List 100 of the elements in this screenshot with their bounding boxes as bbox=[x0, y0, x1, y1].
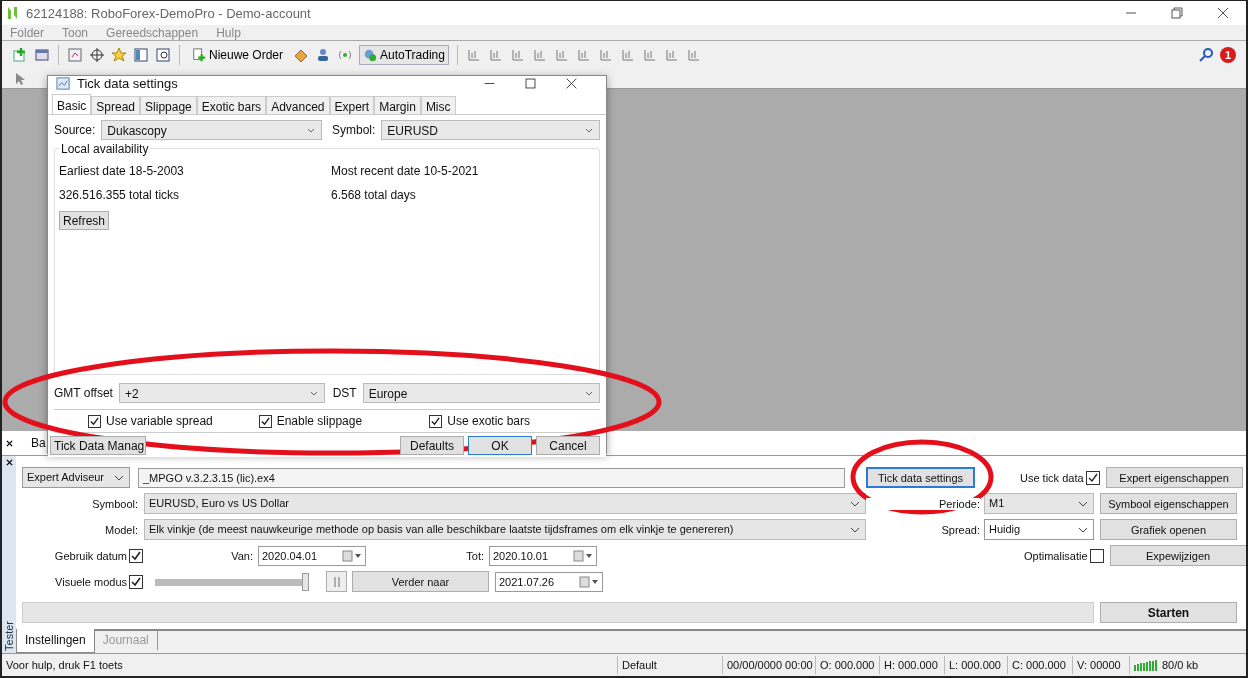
search-icon[interactable] bbox=[1198, 47, 1214, 63]
gmt-offset-label: GMT offset bbox=[54, 386, 113, 400]
notification-badge[interactable]: 1 bbox=[1220, 47, 1236, 63]
total-days-text: 6.568 total days bbox=[331, 188, 417, 202]
status-text: 80/0 kb bbox=[1129, 656, 1239, 674]
expert-file-field[interactable]: _MPGO v.3.2.3.15 (lic).ex4 bbox=[138, 467, 845, 488]
dst-label: DST bbox=[332, 386, 357, 400]
close-icon[interactable] bbox=[1215, 5, 1231, 21]
optimization-checkbox[interactable] bbox=[1089, 548, 1104, 563]
visual-mode-checkbox[interactable] bbox=[129, 574, 143, 589]
chevron-icon bbox=[308, 391, 319, 397]
autotrading-icon bbox=[363, 48, 378, 62]
optimization-label: Optimalisatie bbox=[1024, 549, 1088, 562]
use-date-label: Gebruik datum bbox=[53, 549, 127, 562]
use-tick-data-checkbox[interactable] bbox=[1085, 470, 1100, 485]
autotrading-button[interactable]: AutoTrading bbox=[359, 45, 449, 65]
market-watch-icon[interactable] bbox=[67, 47, 83, 63]
dialog-tab[interactable]: Exotic bars bbox=[196, 96, 267, 114]
chevron-icon bbox=[850, 527, 860, 533]
dialog-button[interactable]: Defaults bbox=[400, 436, 464, 455]
checkbox[interactable] bbox=[258, 414, 272, 428]
total-ticks-text: 326.516.355 total ticks bbox=[59, 188, 181, 202]
earliest-date-text: Earliest date 18-5-2003 bbox=[59, 164, 185, 178]
symbol-select[interactable]: EURUSD bbox=[381, 120, 600, 140]
status-text: O: 000.000 bbox=[815, 656, 879, 674]
close-icon[interactable] bbox=[6, 439, 13, 447]
new-chart-icon[interactable] bbox=[12, 47, 28, 63]
chart-window-icon bbox=[56, 76, 71, 91]
tick-data-manager-button[interactable]: Tick Data Manag bbox=[50, 436, 146, 455]
calendar-icon bbox=[579, 575, 599, 588]
chevron-icon bbox=[114, 475, 124, 481]
to-label: Tot: bbox=[465, 549, 484, 562]
checkbox[interactable] bbox=[429, 414, 443, 428]
start-button[interactable]: Starten bbox=[1100, 602, 1237, 623]
skip-to-button[interactable]: Verder naar bbox=[352, 571, 489, 592]
dialog-tab[interactable]: Misc bbox=[420, 96, 456, 114]
status-text: 00/00/0000 00:00 bbox=[722, 656, 815, 674]
checkbox-label: Use variable spread bbox=[106, 414, 213, 428]
window-title: 62124188: RoboForex-DemoPro - Demo-account bbox=[26, 5, 311, 21]
chevron-icon bbox=[1078, 527, 1088, 533]
skip-date-field[interactable]: 2021.07.26 bbox=[495, 571, 603, 592]
magnifier-chart-icon[interactable] bbox=[155, 47, 171, 63]
side-label: Tester bbox=[3, 621, 15, 651]
close-icon[interactable] bbox=[5, 459, 13, 466]
symbol-properties-button[interactable]: Symbool eigenschappen bbox=[1100, 493, 1237, 514]
group-title: Local availability bbox=[59, 142, 151, 156]
gmt-offset-select[interactable]: +2 bbox=[118, 383, 325, 403]
pause-button[interactable] bbox=[326, 571, 347, 592]
new-order-button[interactable]: Nieuwe Order bbox=[188, 45, 288, 65]
expert-properties-button[interactable]: Expert eigenschappen bbox=[1105, 467, 1243, 488]
symbol-label: Symbool: bbox=[91, 497, 138, 510]
close-icon[interactable] bbox=[565, 77, 578, 90]
checkbox-label: Enable slippage bbox=[276, 414, 363, 428]
from-label: Van: bbox=[230, 549, 253, 562]
restore-icon[interactable] bbox=[1169, 5, 1185, 21]
use-date-checkbox[interactable] bbox=[129, 548, 143, 563]
refresh-button[interactable]: Refresh bbox=[59, 211, 110, 230]
period-select[interactable]: M1 bbox=[984, 493, 1094, 514]
tick-data-settings-button[interactable]: Tick data settings bbox=[866, 467, 975, 488]
status-text: H: 000.000 bbox=[879, 656, 944, 674]
dialog-button[interactable]: Cancel bbox=[536, 436, 600, 455]
panel-tab[interactable]: Ba bbox=[31, 436, 46, 450]
chevron-icon bbox=[850, 501, 860, 507]
dialog-tab[interactable]: Expert bbox=[329, 96, 375, 114]
chevron-icon bbox=[584, 391, 594, 397]
from-date-field[interactable]: 2020.04.01 bbox=[258, 545, 366, 566]
most-recent-date-text: Most recent date 10-5-2021 bbox=[331, 164, 480, 178]
model-select[interactable]: Elk vinkje (de meest nauwkeurige methode op basis van alle beschikbare laatste tijdsframes om elk vinkje te genereren) bbox=[144, 519, 866, 540]
status-text: L: 000.000 bbox=[944, 656, 1007, 674]
navigator-icon[interactable] bbox=[133, 47, 149, 63]
tester-tab[interactable]: Instellingen bbox=[16, 629, 95, 653]
crosshair-icon[interactable] bbox=[89, 47, 105, 63]
model-label: Model: bbox=[103, 523, 138, 536]
status-text: C: 000.000 bbox=[1007, 656, 1072, 674]
status-text: V: 00000 bbox=[1072, 656, 1129, 674]
edit-expert-button[interactable]: Expewijzigen bbox=[1109, 545, 1246, 566]
connection-bars-icon bbox=[1134, 659, 1158, 671]
period-label: Periode: bbox=[866, 497, 980, 510]
chevron-icon bbox=[1078, 501, 1088, 507]
dialog-button[interactable]: OK bbox=[468, 436, 532, 455]
dialog-tab[interactable]: Spread bbox=[91, 96, 141, 114]
spread-label: Spread: bbox=[940, 523, 980, 536]
to-date-field[interactable]: 2020.10.01 bbox=[489, 545, 597, 566]
pause-icon bbox=[331, 575, 342, 588]
symbol-label: Symbol: bbox=[332, 123, 376, 137]
symbol-select[interactable]: EURUSD, Euro vs US Dollar bbox=[144, 493, 866, 514]
window-icon[interactable] bbox=[34, 47, 50, 63]
spread-select[interactable]: Huidig bbox=[984, 519, 1094, 540]
open-chart-button[interactable]: Grafiek openen bbox=[1100, 519, 1237, 540]
slider-thumb[interactable] bbox=[302, 572, 309, 591]
checkbox[interactable] bbox=[88, 414, 101, 428]
dialog-tab[interactable]: Advanced bbox=[266, 96, 330, 114]
chevron-icon bbox=[306, 128, 316, 134]
dialog-tab[interactable]: Basic bbox=[52, 94, 92, 114]
expert-type-select[interactable]: Expert Adviseur bbox=[22, 467, 130, 488]
dialog-tab[interactable]: Slippage bbox=[140, 96, 197, 114]
dst-select[interactable]: Europe bbox=[362, 383, 600, 403]
source-select[interactable]: Dukascopy bbox=[101, 120, 322, 140]
dialog-tab[interactable]: Margin bbox=[374, 96, 421, 114]
maximize-icon[interactable] bbox=[524, 77, 537, 90]
